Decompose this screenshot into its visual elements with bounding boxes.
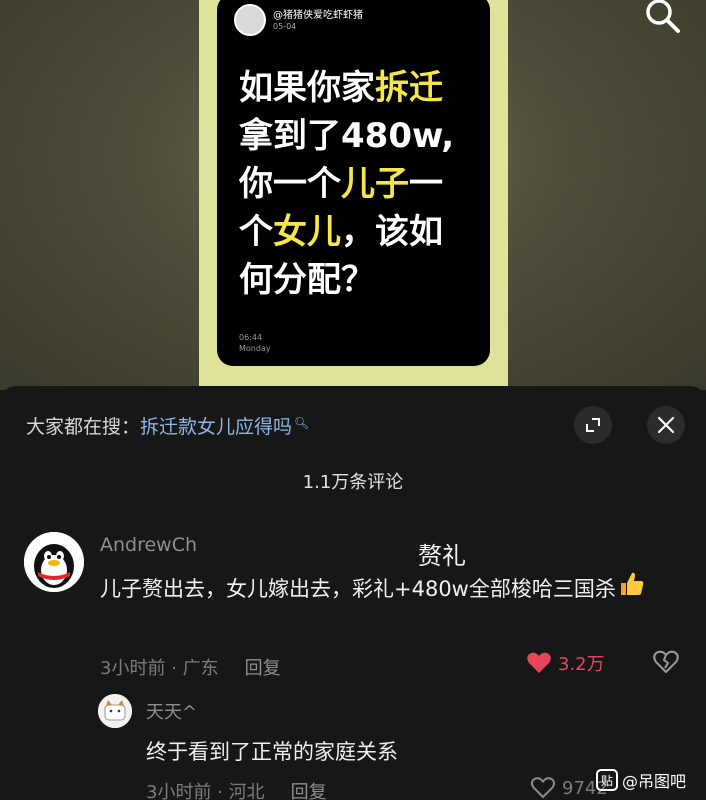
watermark: 贴 @吊图吧: [596, 768, 686, 792]
video-area[interactable]: @猪猪侠爱吃虾虾猪 05-04 如果你家拆迁 拿到了480w, 你一个儿子一 个女儿，…: [0, 0, 706, 390]
like-count: 3.2万: [558, 654, 605, 675]
poster-line: 你一个儿子一: [239, 160, 479, 208]
avatar[interactable]: [24, 532, 84, 592]
poster-line: 个女儿，该如: [239, 208, 479, 256]
watermark-text: @吊图吧: [622, 772, 687, 791]
close-button[interactable]: [647, 406, 685, 444]
comment-time-location: 3小时前 · 广东: [100, 658, 219, 679]
poster-text-segment: 拿到了480w,: [239, 116, 455, 156]
comment-body: 儿子赘出去，女儿嫁出去，彩礼+480w全部梭哈三国杀: [100, 577, 616, 601]
poster-highlight-text: 拆迁: [375, 68, 443, 108]
watermark-logo: 贴: [596, 769, 618, 791]
poster-date: 05-04: [273, 22, 297, 31]
expand-icon: [586, 418, 600, 432]
heart-outline-icon: [531, 777, 555, 799]
poster-username: @猪猪侠爱吃虾虾猪: [273, 10, 363, 21]
expand-button[interactable]: [574, 406, 612, 444]
search-button[interactable]: [640, 0, 684, 34]
thumbs-up-icon: [618, 570, 646, 610]
poster-day: Monday: [239, 344, 271, 353]
comment-panel: 大家都在搜：拆迁款女儿应得吗 🔍︎ 1.1万条评论 AndrewCh 赘礼 儿子…: [0, 386, 706, 800]
poster-text-segment: 如果你家: [239, 68, 375, 108]
poster-text-segment: 一: [409, 164, 443, 204]
broken-heart-icon: [653, 650, 679, 674]
penguin-avatar-icon: [24, 532, 84, 592]
comment-count: 1.1万条评论: [302, 472, 404, 493]
reply-username[interactable]: 天天^: [146, 698, 197, 724]
poster-avatar: [234, 4, 266, 36]
poster-headline: 如果你家拆迁 拿到了480w, 你一个儿子一 个女儿，该如 何分配？: [239, 64, 479, 304]
comment-meta: 3小时前 · 广东 回复: [100, 654, 281, 680]
poster-line: 如果你家拆迁: [239, 64, 479, 112]
cat-avatar-icon: [98, 694, 132, 728]
poster-line: 拿到了480w,: [239, 112, 479, 160]
poster-highlight-text: 儿子: [341, 164, 409, 204]
reply-time-location: 3小时前 · 河北: [146, 782, 265, 800]
dislike-button[interactable]: [652, 649, 680, 679]
search-small-icon: 🔍︎: [294, 416, 310, 430]
poster-time: 06:44: [239, 333, 263, 342]
comment-username[interactable]: AndrewCh: [100, 534, 197, 556]
search-icon: [646, 0, 680, 33]
trending-search[interactable]: 大家都在搜：拆迁款女儿应得吗 🔍︎: [26, 412, 309, 439]
poster-text-segment: 你一个: [239, 164, 341, 204]
poster-text-segment: 何分配？: [239, 260, 375, 300]
poster-card: @猪猪侠爱吃虾虾猪 05-04 如果你家拆迁 拿到了480w, 你一个儿子一 个女儿，…: [217, 0, 490, 366]
reply-button[interactable]: 回复: [291, 782, 327, 800]
reply-text: 终于看到了正常的家庭关系: [146, 740, 398, 764]
poster-timestamp: 06:44 Monday: [239, 332, 271, 354]
close-icon: [657, 416, 675, 434]
poster-highlight-text: 女儿: [273, 212, 341, 252]
annotation-text: 赘礼: [418, 542, 466, 570]
avatar[interactable]: [98, 694, 132, 728]
poster-frame: @猪猪侠爱吃虾虾猪 05-04 如果你家拆迁 拿到了480w, 你一个儿子一 个女儿，…: [199, 0, 508, 386]
comment-text: 儿子赘出去，女儿嫁出去，彩礼+480w全部梭哈三国杀: [100, 570, 680, 610]
trending-prefix: 大家都在搜：: [26, 416, 141, 438]
reply-meta: 3小时前 · 河北 回复: [146, 778, 327, 800]
poster-text-segment: ，该如: [341, 212, 443, 252]
like-button[interactable]: 3.2万: [526, 650, 605, 676]
poster-line: 何分配？: [239, 256, 479, 304]
reply-button[interactable]: 回复: [245, 658, 281, 679]
heart-icon: [527, 652, 551, 673]
trending-query-link[interactable]: 拆迁款女儿应得吗: [140, 416, 292, 438]
poster-text-segment: 个: [239, 212, 273, 252]
